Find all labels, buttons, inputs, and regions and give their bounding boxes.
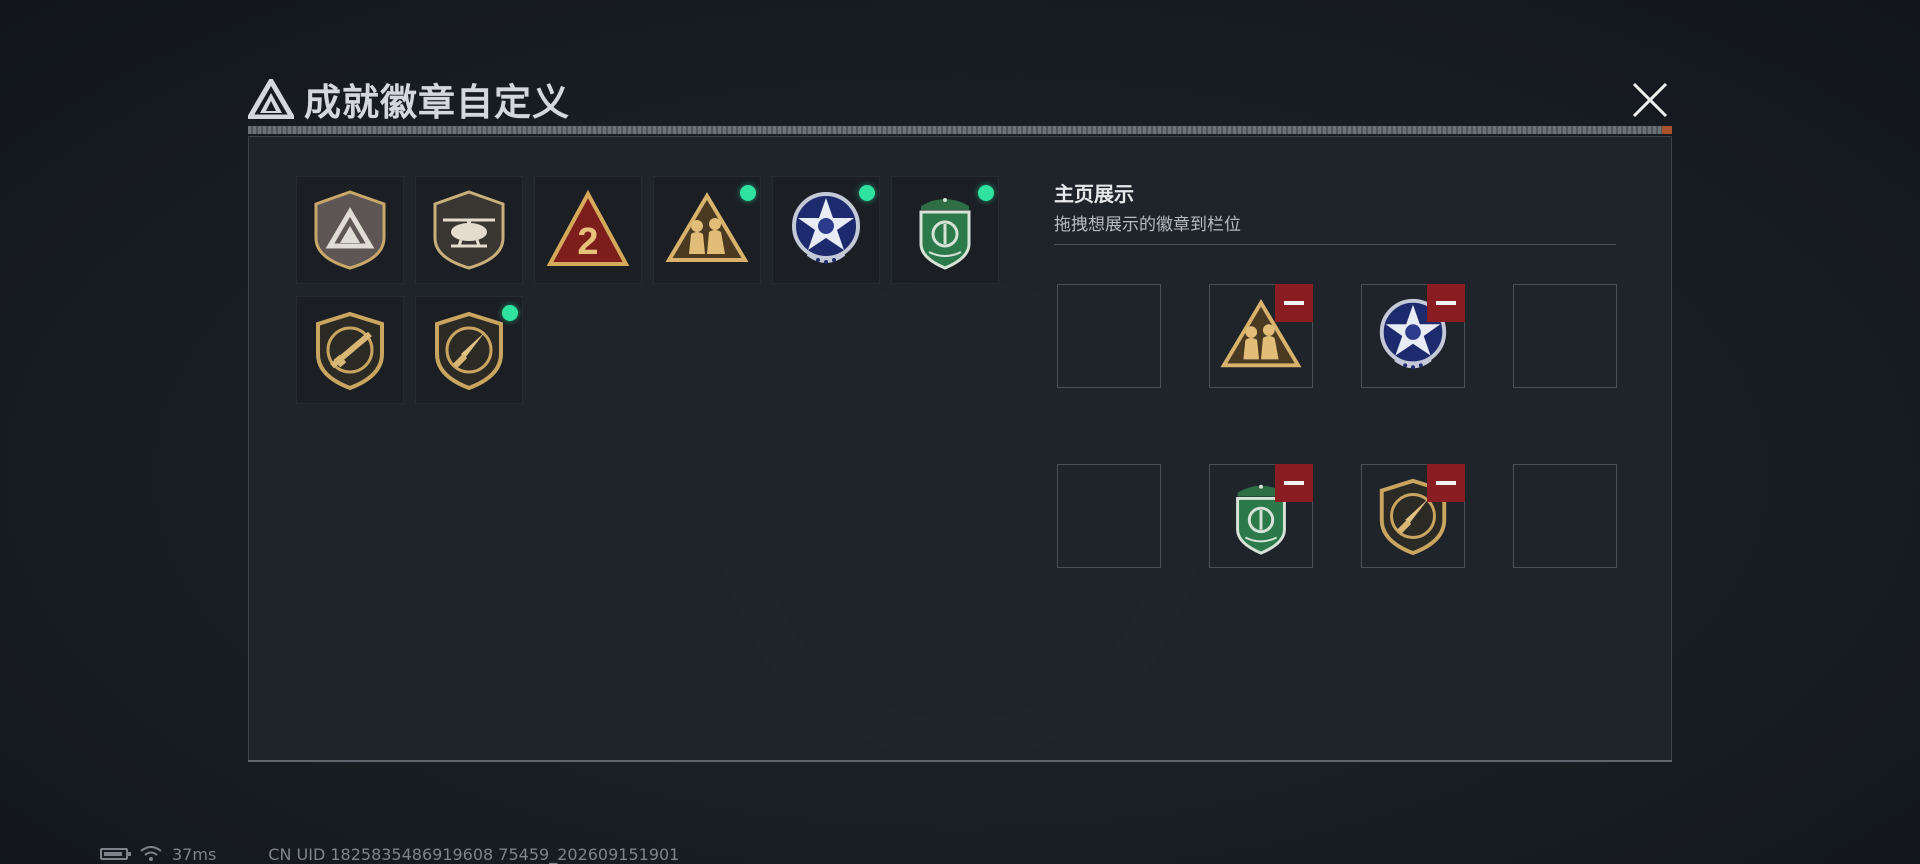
battery-icon — [100, 848, 131, 860]
blue-star-medal-badge-icon — [784, 188, 868, 272]
badge-tile-helicopter[interactable] — [415, 176, 523, 284]
remove-badge-button[interactable] — [1275, 284, 1313, 322]
remove-badge-button[interactable] — [1427, 464, 1465, 502]
new-indicator-dot — [740, 185, 756, 201]
badge-tile-knife-shield[interactable] — [415, 296, 523, 404]
badge-tile-green-beret-shield[interactable] — [891, 176, 999, 284]
minus-icon — [1284, 301, 1304, 305]
window-header: 成就徽章自定义 — [248, 74, 570, 124]
display-slot-5-empty[interactable] — [1057, 464, 1161, 568]
red-triangle-number-2-badge-icon — [546, 188, 630, 272]
remove-badge-button[interactable] — [1275, 464, 1313, 502]
user-uid: CN UID 1825835486919608 75459_2026091519… — [268, 844, 680, 864]
close-icon — [1632, 82, 1668, 118]
badge-tile-soldiers-triangle[interactable] — [653, 176, 761, 284]
wifi-icon — [140, 846, 162, 861]
rifle-shield-badge-icon — [308, 308, 392, 392]
badge-tile-gray-triangle-shield[interactable] — [296, 176, 404, 284]
display-section-divider — [1054, 244, 1616, 245]
badge-tile-blue-star-medal[interactable] — [772, 176, 880, 284]
display-slot-6[interactable] — [1209, 464, 1313, 568]
soldiers-triangle-badge-icon — [665, 188, 749, 272]
badge-tile-red-triangle-2[interactable] — [534, 176, 642, 284]
display-slot-1-empty[interactable] — [1057, 284, 1161, 388]
close-button[interactable] — [1624, 74, 1676, 126]
badge-tile-rifle-shield[interactable] — [296, 296, 404, 404]
ping-value: 37ms — [172, 844, 217, 864]
status-bar: 37ms CN UID 1825835486919608 75459_20260… — [100, 844, 679, 864]
minus-icon — [1284, 481, 1304, 485]
display-slot-7[interactable] — [1361, 464, 1465, 568]
display-section-subtitle: 拖拽想展示的徽章到栏位 — [1054, 215, 1241, 235]
helicopter-badge-icon — [427, 188, 511, 272]
remove-badge-button[interactable] — [1427, 284, 1465, 322]
minus-icon — [1436, 301, 1456, 305]
triangle-logo-icon — [248, 79, 294, 119]
new-indicator-dot — [502, 305, 518, 321]
display-slot-4-empty[interactable] — [1513, 284, 1617, 388]
display-slot-8-empty[interactable] — [1513, 464, 1617, 568]
display-section-title: 主页展示 — [1054, 182, 1134, 206]
green-beret-shield-badge-icon — [903, 188, 987, 272]
minus-icon — [1436, 481, 1456, 485]
display-slot-3[interactable] — [1361, 284, 1465, 388]
window-title: 成就徽章自定义 — [304, 81, 570, 124]
display-slot-2[interactable] — [1209, 284, 1313, 388]
panel-bottom-border — [248, 760, 1672, 762]
new-indicator-dot — [978, 185, 994, 201]
gray-triangle-shield-badge-icon — [308, 188, 392, 272]
new-indicator-dot — [859, 185, 875, 201]
title-divider-strip — [248, 126, 1672, 134]
knife-shield-badge-icon — [427, 308, 511, 392]
